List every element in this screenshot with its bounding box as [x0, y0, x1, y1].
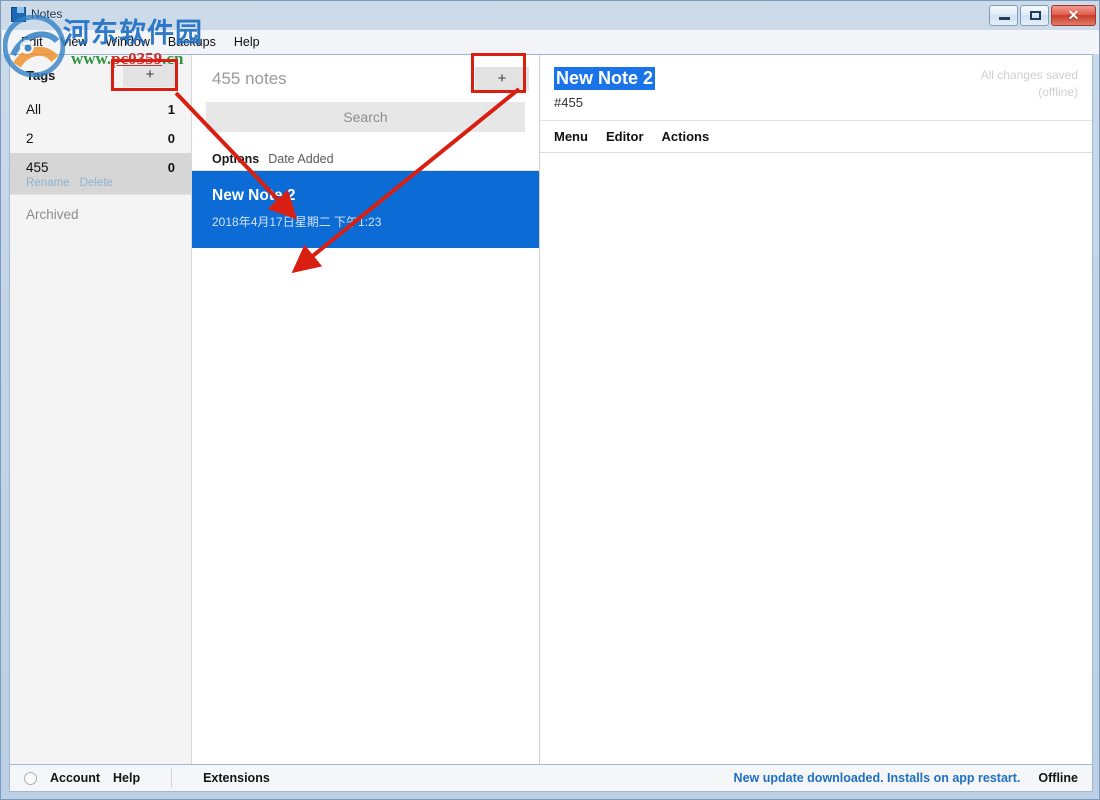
- tags-sidebar: Tags + All 1 2 0 455 0 Rename Delete Arc…: [10, 55, 192, 764]
- search-input[interactable]: [206, 102, 525, 132]
- menu-item-view[interactable]: View: [52, 32, 97, 52]
- save-status-line1: All changes saved: [980, 68, 1078, 82]
- window-title: Notes: [31, 7, 63, 21]
- save-status: All changes saved (offline): [981, 67, 1078, 101]
- options-button[interactable]: Options: [212, 152, 259, 166]
- sidebar-item-archived[interactable]: Archived: [10, 195, 191, 229]
- note-icon: [10, 6, 26, 22]
- status-bar: Account Help Extensions New update downl…: [9, 765, 1093, 792]
- editor-actions-button[interactable]: Actions: [662, 129, 710, 144]
- status-bar-right: New update downloaded. Installs on app r…: [734, 771, 1092, 785]
- window-controls: ✕: [989, 5, 1096, 26]
- editor-header: New Note 2 #455 All changes saved (offli…: [540, 55, 1092, 121]
- list-item[interactable]: New Note 2 2018年4月17日星期二 下午1:23: [192, 171, 539, 248]
- note-item-date: 2018年4月17日星期二 下午1:23: [212, 215, 382, 229]
- sidebar-tag-all[interactable]: All 1: [10, 95, 191, 124]
- client-area: Tags + All 1 2 0 455 0 Rename Delete Arc…: [9, 54, 1093, 765]
- extensions-button[interactable]: Extensions: [203, 771, 270, 785]
- note-title-input[interactable]: New Note 2: [554, 67, 656, 90]
- sidebar-tag-count: 0: [167, 160, 175, 175]
- sidebar-archived-label: Archived: [26, 207, 79, 222]
- minimize-button[interactable]: [989, 5, 1018, 26]
- minimize-icon: [999, 17, 1010, 20]
- menu-bar: Edit View Window Backups Help: [2, 30, 1099, 54]
- menu-item-window[interactable]: Window: [96, 32, 158, 52]
- sidebar-tag-2[interactable]: 2 0: [10, 124, 191, 153]
- status-separator: [171, 768, 173, 788]
- sidebar-tag-label: 2: [26, 131, 34, 146]
- sidebar-tag-455[interactable]: 455 0 Rename Delete: [10, 153, 191, 194]
- application-window: Notes ✕ Edit View Window Backups Help Ta…: [0, 0, 1100, 800]
- close-icon: ✕: [1067, 7, 1080, 23]
- editor-toolbar: Menu Editor Actions: [540, 121, 1092, 153]
- tags-header: Tags +: [10, 55, 191, 95]
- delete-tag-link[interactable]: Delete: [80, 177, 113, 189]
- note-item-title: New Note 2: [212, 187, 296, 204]
- save-status-line2: (offline): [1038, 85, 1078, 99]
- editor-text-area[interactable]: [540, 153, 1092, 764]
- title-bar-left: Notes: [10, 6, 62, 22]
- close-button[interactable]: ✕: [1051, 5, 1096, 26]
- notes-count-label: 455 notes: [212, 68, 287, 88]
- sidebar-tag-label: All: [26, 102, 42, 117]
- notes-list-header: 455 notes +: [192, 55, 539, 102]
- tags-title: Tags: [26, 67, 56, 83]
- sidebar-tag-line: 455 0: [26, 160, 175, 175]
- sidebar-tag-count: 0: [167, 131, 175, 146]
- search-wrapper: [192, 102, 539, 132]
- rename-tag-link[interactable]: Rename: [26, 177, 69, 189]
- account-status-icon: [24, 771, 37, 785]
- note-editor-panel: New Note 2 #455 All changes saved (offli…: [540, 55, 1092, 764]
- notes-list-panel: 455 notes + Options Date Added New Note …: [192, 55, 540, 764]
- connection-status: Offline: [1038, 771, 1078, 785]
- notes-options-row: Options Date Added: [192, 147, 539, 171]
- add-tag-button[interactable]: +: [123, 63, 177, 87]
- sidebar-tag-actions: Rename Delete: [26, 177, 175, 189]
- maximize-icon: [1030, 11, 1041, 20]
- menu-item-help[interactable]: Help: [225, 32, 269, 52]
- editor-editor-button[interactable]: Editor: [606, 129, 644, 144]
- sidebar-tag-label: 455: [26, 160, 49, 175]
- sort-mode-label[interactable]: Date Added: [268, 152, 333, 166]
- menu-item-backups[interactable]: Backups: [159, 32, 225, 52]
- menu-item-edit[interactable]: Edit: [12, 32, 52, 52]
- title-bar: Notes ✕: [1, 1, 1099, 31]
- account-button[interactable]: Account: [50, 771, 100, 785]
- maximize-button[interactable]: [1020, 5, 1049, 26]
- help-button[interactable]: Help: [113, 771, 140, 785]
- add-note-button[interactable]: +: [475, 66, 529, 91]
- sidebar-tag-count: 1: [167, 102, 175, 117]
- update-notification[interactable]: New update downloaded. Installs on app r…: [734, 771, 1021, 785]
- status-bar-left: Account Help Extensions: [10, 768, 270, 788]
- editor-menu-button[interactable]: Menu: [554, 129, 588, 144]
